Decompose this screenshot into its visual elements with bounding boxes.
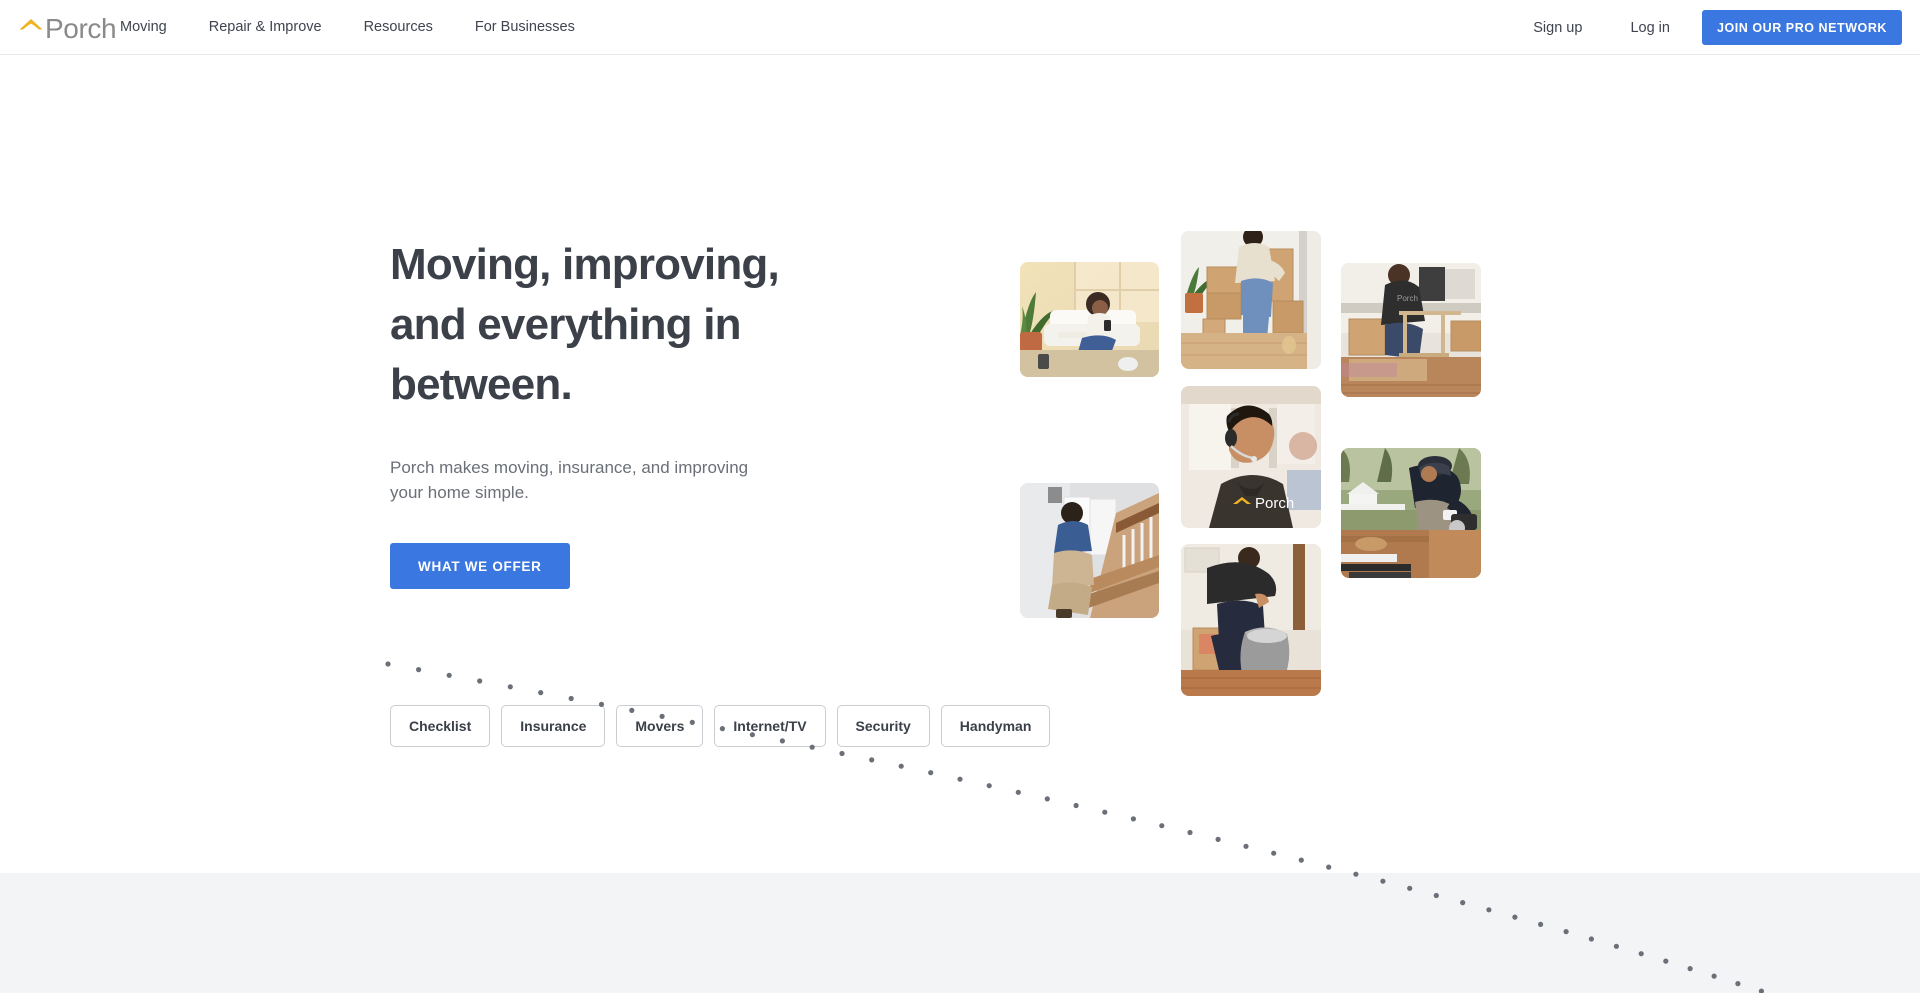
hero-subtitle: Porch makes moving, insurance, and impro…: [390, 455, 790, 505]
login-link[interactable]: Log in: [1630, 20, 1670, 36]
join-pro-network-button[interactable]: JOIN OUR PRO NETWORK: [1701, 10, 1902, 45]
category-pill-row: Checklist Insurance Movers Internet/TV S…: [390, 705, 1051, 747]
collage-image-mover-packing-bag[interactable]: [1181, 544, 1321, 696]
hero-section: Porch Porch Moving, improving, and every…: [0, 55, 1920, 873]
collage-image-porch-pro-assembling-table[interactable]: Porch: [1341, 263, 1481, 397]
category-pill-insurance[interactable]: Insurance: [501, 705, 606, 747]
hero-title-line-2: and everything in: [390, 300, 742, 349]
site-header: Porch Moving Repair & Improve Resources …: [0, 0, 1920, 55]
porch-logo-text: Porch: [45, 13, 117, 44]
category-pill-checklist[interactable]: Checklist: [390, 705, 491, 747]
nav-item-repair-improve[interactable]: Repair & Improve: [209, 0, 322, 55]
signup-link[interactable]: Sign up: [1533, 20, 1582, 36]
hero-subtitle-line-2: your home simple.: [390, 483, 529, 502]
hero-title-line-1: Moving, improving,: [390, 240, 780, 289]
svg-text:Porch: Porch: [1255, 495, 1294, 512]
nav-item-for-businesses[interactable]: For Businesses: [475, 0, 575, 55]
category-pill-handyman[interactable]: Handyman: [940, 705, 1051, 747]
hero-title-line-3: between.: [390, 360, 573, 409]
svg-text:Porch: Porch: [1397, 294, 1418, 303]
hero-copy: Moving, improving, and everything in bet…: [390, 235, 860, 589]
main-navigation: Moving Repair & Improve Resources For Bu…: [120, 0, 617, 55]
collage-image-woman-on-phone-livingroom[interactable]: [1020, 262, 1159, 377]
nav-item-moving[interactable]: Moving: [120, 0, 167, 55]
category-pill-movers[interactable]: Movers: [616, 705, 704, 747]
porch-chevron-roof-icon: [18, 17, 44, 36]
header-actions: Sign up Log in JOIN OUR PRO NETWORK: [1533, 0, 1902, 55]
collage-image-woman-packing-boxes[interactable]: [1181, 231, 1321, 369]
nav-item-resources[interactable]: Resources: [364, 0, 433, 55]
lower-section-band: [0, 873, 1920, 993]
collage-image-contractor-sawing-wood[interactable]: [1341, 448, 1481, 578]
category-pill-security[interactable]: Security: [836, 705, 930, 747]
page-title: Moving, improving, and everything in bet…: [390, 235, 860, 415]
collage-image-porch-agent-headset[interactable]: Porch: [1181, 386, 1321, 528]
collage-image-worker-carrying-panels-stairs[interactable]: [1020, 483, 1159, 618]
hero-image-collage: Porch Porch: [0, 55, 1920, 873]
category-pill-internet-tv[interactable]: Internet/TV: [714, 705, 826, 747]
what-we-offer-button[interactable]: WHAT WE OFFER: [390, 543, 570, 589]
porch-logo[interactable]: Porch: [18, 9, 117, 44]
hero-subtitle-line-1: Porch makes moving, insurance, and impro…: [390, 458, 749, 477]
